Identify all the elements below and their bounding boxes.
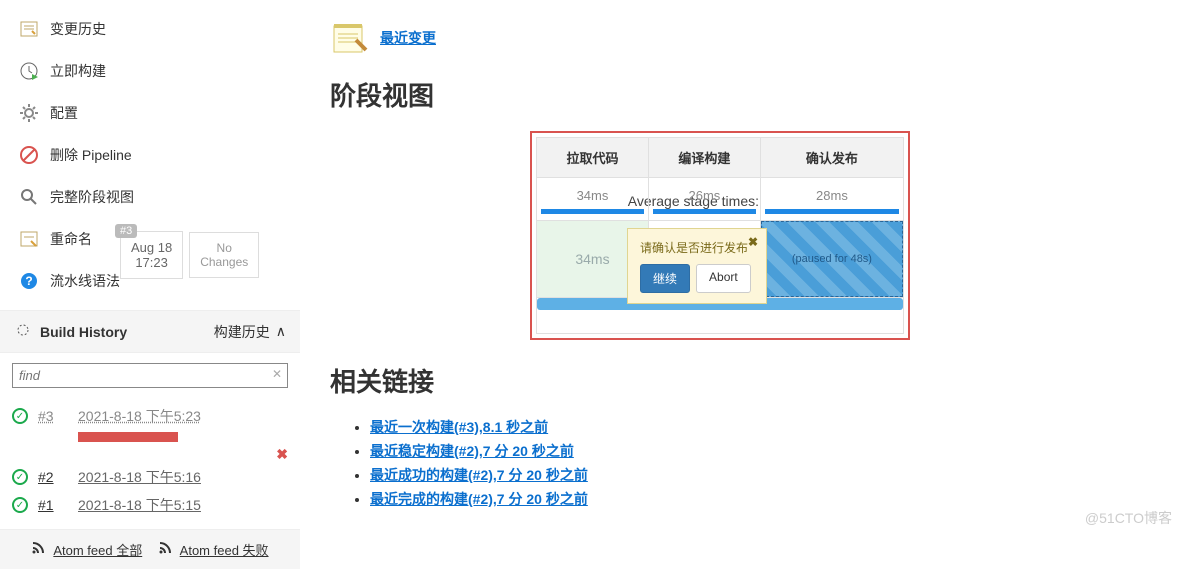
build-history-trend-link[interactable]: 构建历史 ∧ [214, 322, 286, 342]
stage-header: 编译构建 [648, 138, 760, 178]
build-history-filter: ✕ [12, 363, 288, 388]
close-icon[interactable]: ✖ [748, 235, 758, 249]
clear-filter-icon[interactable]: ✕ [272, 367, 282, 381]
recent-changes-link[interactable]: 最近变更 [380, 28, 436, 48]
build-number-link[interactable]: #3 [38, 408, 54, 424]
build-status-icon [12, 469, 28, 485]
recent-changes-header: 最近变更 [330, 20, 1154, 56]
build-timestamp: 2021-8-18 下午5:16 [78, 467, 201, 487]
build-cancel-icon[interactable]: ✖ [276, 446, 288, 463]
stage-view-highlight: 拉取代码 编译构建 确认发布 34ms 26ms 28ms 34ms (paus… [530, 131, 910, 340]
no-icon [18, 144, 40, 166]
filter-input[interactable] [12, 363, 288, 388]
stage-header: 确认发布 [760, 138, 903, 178]
rss-icon [31, 542, 45, 558]
stage-run-nochanges: NoChanges [189, 232, 259, 278]
build-row[interactable]: #3 2021-8-18 下午5:23 [12, 402, 288, 430]
menu-configure[interactable]: 配置 [0, 92, 300, 134]
menu-label: 变更历史 [50, 19, 106, 39]
menu-label: 删除 Pipeline [50, 145, 132, 165]
watermark: @51CTO博客 [1085, 508, 1172, 528]
gear-icon [18, 102, 40, 124]
build-timestamp: 2021-8-18 下午5:15 [78, 495, 201, 515]
build-history-list: #3 2021-8-18 下午5:23 ✖ #2 2021-8-18 下午5:1… [0, 398, 300, 529]
chevron-up-icon: ∧ [276, 323, 286, 340]
build-number-link[interactable]: #1 [38, 497, 54, 513]
help-icon: ? [18, 270, 40, 292]
menu-label: 立即构建 [50, 61, 106, 81]
stage-run-badge: #3 [115, 224, 137, 238]
related-links: 相关链接 最近一次构建(#3),8.1 秒之前 最近稳定构建(#2),7 分 2… [330, 362, 1154, 509]
related-link[interactable]: 最近成功的构建(#2),7 分 20 秒之前 [370, 467, 588, 483]
menu-changes[interactable]: 变更历史 [0, 8, 300, 50]
confirm-popup: 请确认是否进行发布 ✖ 继续 Abort [627, 228, 767, 304]
stage-header: 拉取代码 [537, 138, 649, 178]
stage-run-left: #3 Aug 18 17:23 NoChanges [120, 231, 259, 279]
build-row[interactable]: #2 2021-8-18 下午5:16 [12, 463, 288, 491]
menu-label: 完整阶段视图 [50, 187, 134, 207]
build-progress-bar [78, 432, 178, 442]
stage-avg-cell: 28ms [760, 178, 903, 221]
related-link[interactable]: 最近完成的构建(#2),7 分 20 秒之前 [370, 491, 588, 507]
menu-build-now[interactable]: 立即构建 [0, 50, 300, 92]
build-history-header: Build History 构建历史 ∧ [0, 310, 300, 353]
rss-icon [158, 542, 172, 558]
build-status-icon [12, 497, 28, 513]
feed-all-link[interactable]: Atom feed 全部 [53, 543, 142, 558]
menu-delete-pipeline[interactable]: 删除 Pipeline [0, 134, 300, 176]
feed-links: Atom feed 全部 Atom feed 失败 [0, 529, 300, 569]
clock-play-icon [18, 60, 40, 82]
menu-label: 配置 [50, 103, 78, 123]
feed-fail-link[interactable]: Atom feed 失败 [180, 543, 269, 558]
build-number-link[interactable]: #2 [38, 469, 54, 485]
stage-view-title: 阶段视图 [330, 76, 1154, 113]
menu-label: 重命名 [50, 229, 92, 249]
build-history-title: Build History [40, 324, 127, 340]
main-content: 最近变更 阶段视图 Average stage times: #3 Aug 18… [300, 0, 1184, 534]
menu-full-stage-view[interactable]: 完整阶段视图 [0, 176, 300, 218]
related-link[interactable]: 最近稳定构建(#2),7 分 20 秒之前 [370, 443, 574, 459]
history-icon [18, 18, 40, 40]
abort-button[interactable]: Abort [696, 264, 751, 293]
stage-avg-cell: 26ms [648, 178, 760, 221]
popup-title: 请确认是否进行发布 ✖ [640, 239, 754, 256]
stage-avg-cell: 34ms [537, 178, 649, 221]
menu-label: 流水线语法 [50, 271, 120, 291]
build-timestamp: 2021-8-18 下午5:23 [78, 406, 201, 426]
stage-run-date: #3 Aug 18 17:23 [120, 231, 183, 279]
continue-button[interactable]: 继续 [640, 264, 690, 293]
stage-cell[interactable]: (paused for 48s) [760, 221, 903, 298]
build-status-icon [12, 408, 28, 424]
related-link[interactable]: 最近一次构建(#3),8.1 秒之前 [370, 419, 548, 435]
svg-text:?: ? [25, 274, 32, 288]
rename-icon [18, 228, 40, 250]
zoom-icon [18, 186, 40, 208]
notepad-icon [330, 20, 370, 56]
build-row[interactable]: #1 2021-8-18 下午5:15 [12, 491, 288, 519]
related-links-title: 相关链接 [330, 362, 1154, 399]
build-history-icon [14, 321, 32, 342]
